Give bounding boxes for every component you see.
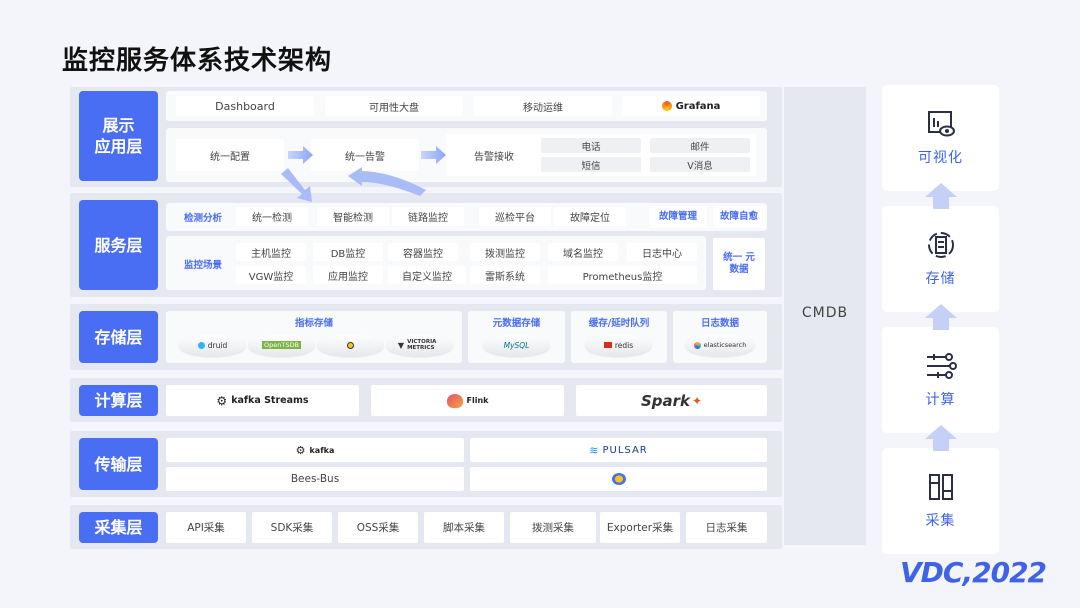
up-arrow-icon	[925, 425, 957, 451]
up-arrow-icon	[925, 183, 957, 209]
arrow-curve-to-alert	[348, 167, 426, 196]
right-compute-card: 计算	[882, 327, 999, 433]
storage-icon	[927, 232, 954, 258]
arrow-config-to-detect	[281, 168, 312, 202]
compute-icon	[926, 353, 957, 379]
right-compute-label: 计算	[925, 392, 956, 408]
right-storage-label: 存储	[925, 271, 956, 287]
arrow-alert-to-receive	[421, 146, 446, 164]
arrow-config-to-alert	[288, 146, 313, 164]
collect-icon	[928, 474, 953, 500]
visualize-icon	[927, 111, 955, 137]
right-collect-label: 采集	[925, 513, 956, 529]
right-visualize-label: 可视化	[918, 150, 963, 166]
right-storage-card: 存储	[882, 206, 999, 312]
up-arrow-icon	[925, 304, 957, 330]
right-visualize-card: 可视化	[882, 85, 999, 191]
brand-logo: VDC,2022	[900, 556, 1047, 589]
right-collect-card: 采集	[882, 448, 999, 554]
